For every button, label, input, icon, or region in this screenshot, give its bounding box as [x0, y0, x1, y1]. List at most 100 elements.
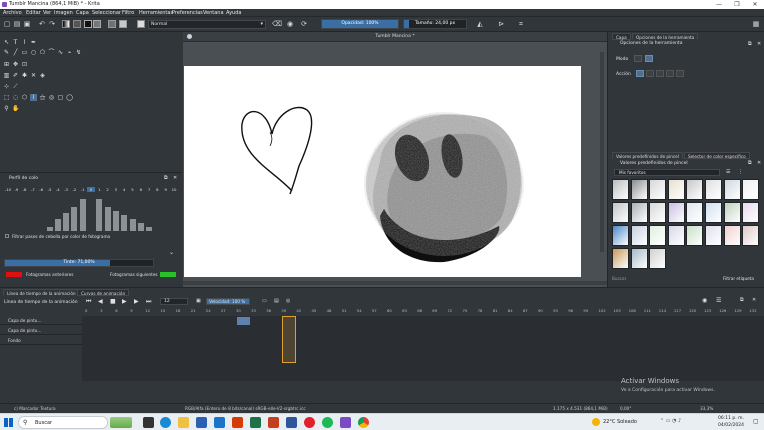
onion-opacity-bar[interactable] [79, 199, 86, 231]
tab-color-selector[interactable]: Selector de color específico [684, 152, 750, 159]
save-icon[interactable]: ▣ [23, 20, 31, 28]
bezier-tool-icon[interactable]: ∿ [57, 49, 64, 56]
select-shapes-icon[interactable]: ↖ [3, 39, 10, 46]
onion-scale-label[interactable]: 10 [170, 187, 178, 192]
brush-preset-item[interactable] [630, 202, 648, 223]
wrap-around-icon[interactable]: ⌗ [517, 20, 525, 28]
brush-preset-item[interactable] [667, 225, 685, 246]
windows-start-icon[interactable] [4, 418, 13, 427]
file-explorer-icon[interactable] [178, 417, 189, 428]
brush-preset-item[interactable] [612, 202, 629, 223]
smart-patch-icon[interactable]: ✕ [30, 72, 37, 79]
onion-scale-label[interactable]: 7 [145, 187, 153, 192]
onion-opacity-bar[interactable] [137, 223, 144, 231]
blend-mode-select[interactable]: Normal ▾ [148, 20, 266, 29]
stop-icon[interactable]: ■ [110, 298, 116, 305]
open-document-icon[interactable]: ▤ [13, 20, 21, 28]
size-slider[interactable]: Tamaño: 24,00 px [403, 19, 467, 29]
onion-opacity-bar[interactable] [54, 219, 61, 231]
brush-preset-item[interactable] [705, 179, 722, 200]
ellipse-tool-icon[interactable]: ○ [30, 49, 37, 56]
brush-preset-item[interactable] [649, 225, 667, 246]
drawing-canvas[interactable] [184, 66, 581, 277]
taskbar-search[interactable]: ⚲ Buscar [18, 416, 108, 429]
canvas-vertical-scrollbar[interactable] [600, 52, 604, 252]
keyframe[interactable] [237, 317, 250, 325]
menu-ver[interactable]: Ver [43, 10, 51, 16]
onion-scale-label[interactable]: 0 [87, 187, 95, 192]
expand-chevron-icon[interactable]: ⌄ [169, 249, 174, 256]
float-timeline-icon[interactable]: ⧉ [740, 297, 744, 303]
canvas-horizontal-scrollbar[interactable] [183, 281, 607, 285]
clock-time[interactable]: 06:11 p. m. [718, 416, 744, 421]
zoom-tool-icon[interactable]: ⚲ [3, 105, 10, 112]
move-tool-icon[interactable]: ✥ [12, 61, 19, 68]
menu-filtro[interactable]: Filtro [122, 10, 134, 16]
onion-opacity-bar[interactable] [129, 219, 136, 231]
menu-imagen[interactable]: Imagen [54, 10, 73, 16]
play-icon[interactable]: ▶ [122, 298, 127, 305]
menu-seleccionar[interactable]: Seleccionar [92, 10, 121, 16]
menu-ayuda[interactable]: Ayuda [226, 10, 241, 16]
onion-opacity-bar[interactable] [96, 199, 103, 231]
brush-preset-item[interactable] [630, 179, 648, 200]
brush-preset-item[interactable] [686, 225, 704, 246]
onion-scale-label[interactable]: 3 [112, 187, 120, 192]
crop-tool-icon[interactable]: ⊞ [3, 61, 10, 68]
brush-preset-item[interactable] [723, 225, 741, 246]
similar-select-icon[interactable]: ◎ [48, 94, 55, 101]
close-docker-icon[interactable]: ✕ [757, 41, 761, 47]
brush-preset-item[interactable] [742, 202, 760, 223]
preset-search[interactable]: Buscar [612, 276, 626, 281]
brush-preset-item[interactable] [649, 248, 667, 269]
brush-preset-item[interactable] [630, 225, 648, 246]
colorize-mask-icon[interactable]: ✱ [21, 72, 28, 79]
onion-opacity-bar[interactable] [112, 211, 119, 231]
mode-replace-icon[interactable] [634, 55, 642, 62]
timeline-grid[interactable]: 0 3 6 9 12 15 18 21 24 27 30 33 36 39 42 45 48 51 54 57 60 63… [82, 306, 764, 381]
assistant-tool-icon[interactable]: ⊹ [3, 83, 10, 90]
rectangle-tool-icon[interactable]: ▭ [21, 49, 28, 56]
brush-preset-item[interactable] [649, 202, 667, 223]
freehand-select-icon[interactable]: ⌇ [30, 94, 37, 101]
float-docker-icon[interactable]: ⧉ [748, 41, 752, 47]
brush-preset-item[interactable] [705, 202, 722, 223]
current-frame-marker[interactable] [282, 316, 296, 363]
tab-tool-options[interactable]: Opciones de la herramienta [632, 33, 699, 40]
onion-scale-label[interactable]: -4 [54, 187, 62, 192]
store-icon[interactable] [196, 417, 207, 428]
excel-icon[interactable] [250, 417, 261, 428]
close-panel-icon[interactable]: ✕ [173, 175, 177, 181]
filter-tag-label[interactable]: Filtrar etiqueta [723, 276, 754, 281]
text-tool-icon[interactable]: T [12, 39, 19, 46]
menu-archivo[interactable]: Archivo [3, 10, 22, 16]
edge-icon[interactable] [160, 417, 171, 428]
action-intersect-icon[interactable] [666, 70, 674, 77]
next-frames-color[interactable] [160, 272, 176, 277]
transform-tool-icon[interactable]: ⊡ [21, 61, 28, 68]
powerpoint-icon[interactable] [268, 417, 279, 428]
new-document-icon[interactable]: ▢ [3, 20, 11, 28]
brush-preset-item[interactable] [742, 179, 760, 200]
freehand-path-icon[interactable]: ⌁ [66, 49, 73, 56]
clock-date[interactable]: 04/02/2024 [718, 423, 744, 428]
frame-field[interactable]: 12 [160, 298, 188, 305]
onion-scale-label[interactable]: -7 [29, 187, 37, 192]
krita-app-icon[interactable] [340, 417, 351, 428]
task-view-icon[interactable] [143, 417, 154, 428]
widget-thumbnail-icon[interactable] [110, 417, 132, 428]
alpha-lock-icon[interactable]: ◉ [286, 20, 294, 28]
play-first-icon[interactable]: ⏮ [86, 298, 91, 306]
audio-icon[interactable]: ▭ [262, 298, 267, 304]
onion-scale-label[interactable]: 5 [129, 187, 137, 192]
document-tab[interactable]: Tumblr Mancina * [183, 32, 607, 42]
spotify-icon[interactable] [322, 417, 333, 428]
menu-editar[interactable]: Editar [26, 10, 41, 16]
pan-tool-icon[interactable]: ✋ [12, 105, 19, 112]
onion-scale-label[interactable]: 4 [120, 187, 128, 192]
preset-view-icon[interactable]: ☰ [726, 169, 730, 175]
freehand-brush-icon[interactable]: ✎ [3, 49, 10, 56]
brush-preset-item[interactable] [723, 179, 741, 200]
measure-tool-icon[interactable]: ⟋ [12, 83, 19, 90]
brush-preset-item[interactable] [667, 202, 685, 223]
